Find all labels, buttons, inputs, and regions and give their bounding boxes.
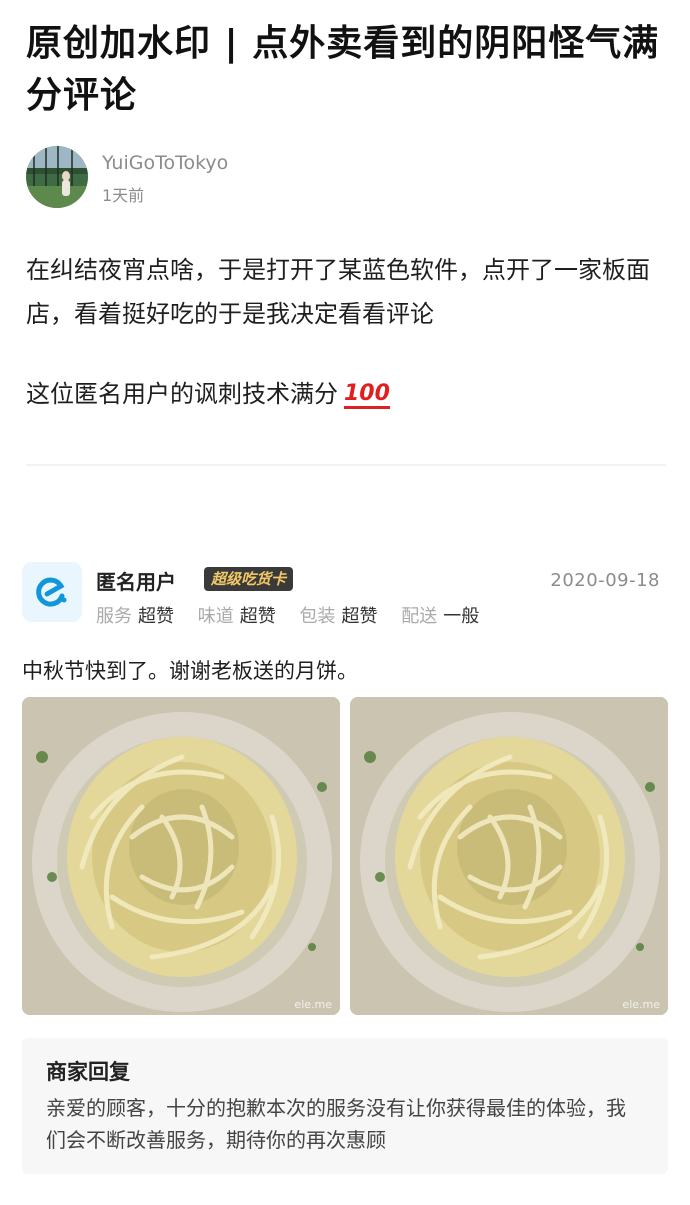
merchant-reply-title: 商家回复 [46, 1060, 130, 1084]
review-text: 中秋节快到了。谢谢老板送的月饼。 [22, 659, 358, 683]
photo-watermark: ele.me [622, 998, 660, 1011]
rating-label: 包装 [299, 606, 336, 627]
post-body-text: 这位匿名用户的讽刺技术满分 [26, 380, 338, 408]
review-photo[interactable]: ele.me [350, 697, 668, 1015]
rating-value: 超赞 [138, 606, 174, 627]
author-avatar[interactable] [26, 146, 88, 208]
divider [26, 464, 666, 466]
post-body-paragraph: 在纠结夜宵点啥，于是打开了某蓝色软件，点开了一家板面店，看着挺好吃的于是我决定看… [26, 256, 650, 328]
post-body: 在纠结夜宵点啥，于是打开了某蓝色软件，点开了一家板面店，看着挺好吃的于是我决定看… [26, 248, 666, 416]
rating-row: 服务 超赞 味道 超赞 包装 超赞 配送 一般 [96, 602, 497, 628]
merchant-reply-text: 亲爱的顾客，十分的抱歉本次的服务没有让你获得最佳的体验，我们会不断改善服务，期待… [46, 1096, 626, 1152]
photo-watermark: ele.me [294, 998, 332, 1011]
rating-label: 味道 [197, 606, 234, 627]
author-row[interactable]: YuiGoToTokyo 1天前 [26, 146, 666, 208]
author-name[interactable]: YuiGoToTokyo [102, 152, 228, 174]
rating-value: 一般 [443, 606, 480, 627]
eleme-logo-icon [22, 562, 82, 622]
reviewer-name: 匿名用户 [96, 570, 176, 594]
rating-label: 服务 [96, 606, 132, 627]
post-time: 1天前 [102, 186, 145, 205]
review-photo[interactable]: ele.me [22, 697, 340, 1015]
hundred-points-icon: 100 [344, 381, 390, 409]
foodie-card-badge: 超级吃货卡 [204, 567, 294, 591]
rating-value: 超赞 [239, 606, 276, 627]
post-title: 原创加水印 | 点外卖看到的阴阳怪气满分评论 [26, 23, 660, 116]
merchant-reply: 商家回复 亲爱的顾客，十分的抱歉本次的服务没有让你获得最佳的体验，我们会不断改善… [22, 1038, 668, 1174]
review-date: 2020-09-18 [550, 570, 660, 591]
rating-value: 超赞 [341, 606, 378, 627]
post-body-paragraph-2: 这位匿名用户的讽刺技术满分 100 [26, 372, 666, 416]
rating-label: 配送 [401, 606, 438, 627]
review-header: 匿名用户 超级吃货卡 2020-09-18 服务 超赞 味道 超赞 包装 超赞 配送一… [22, 562, 666, 632]
